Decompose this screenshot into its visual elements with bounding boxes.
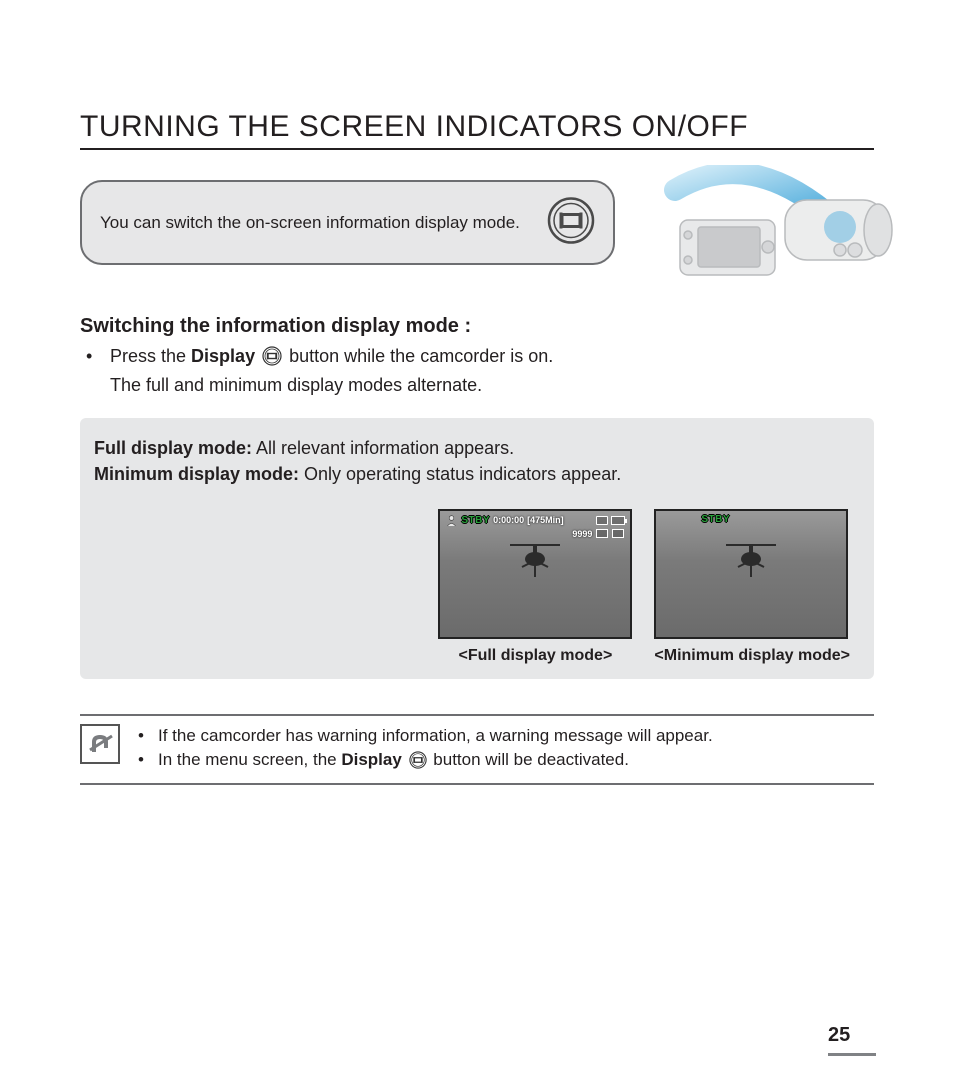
person-icon	[445, 514, 458, 527]
osd-time: 0:00:00	[493, 515, 524, 525]
note-1-text: If the camcorder has warning information…	[158, 726, 713, 745]
camcorder-illustration	[640, 165, 900, 290]
instr-part2: button while the camcorder is on.	[289, 346, 553, 366]
display-button-icon	[409, 754, 432, 773]
full-display-example: STBY 0:00:00 [475Min] 9999 <Full display…	[438, 509, 632, 665]
page-number: 25	[828, 1024, 876, 1056]
osd-count: 9999	[572, 529, 592, 539]
notes-section: If the camcorder has warning information…	[80, 714, 874, 786]
battery-icon	[611, 516, 625, 525]
full-mode-desc: All relevant information appears.	[252, 438, 514, 458]
osd-remain: [475Min]	[527, 515, 564, 525]
instr-part1: Press the	[110, 346, 191, 366]
intro-row: You can switch the on-screen information…	[80, 180, 874, 265]
helicopter-icon	[510, 539, 560, 579]
min-mode-label: Minimum display mode:	[94, 464, 299, 484]
intro-box: You can switch the on-screen information…	[80, 180, 615, 265]
full-display-caption: <Full display mode>	[438, 647, 632, 665]
instr-bold: Display	[191, 346, 255, 366]
full-display-screen: STBY 0:00:00 [475Min] 9999	[438, 509, 632, 639]
full-mode-label: Full display mode:	[94, 438, 252, 458]
full-mode-line: Full display mode: All relevant informat…	[94, 436, 860, 461]
display-button-icon	[262, 350, 287, 370]
notes-list: If the camcorder has warning information…	[138, 724, 713, 776]
min-display-screen: STBY	[654, 509, 848, 639]
min-display-example: STBY <Minimum display mode>	[654, 509, 850, 665]
osd-second-row: 9999	[572, 529, 624, 539]
helicopter-icon	[726, 539, 776, 579]
card-icon	[596, 516, 608, 525]
quality-icon	[612, 529, 624, 538]
min-display-caption: <Minimum display mode>	[654, 647, 850, 665]
note-item-1: If the camcorder has warning information…	[138, 724, 713, 748]
bullet-icon: •	[86, 344, 92, 369]
page-title: TURNING THE SCREEN INDICATORS ON/OFF	[80, 110, 874, 150]
min-mode-desc: Only operating status indicators appear.	[299, 464, 621, 484]
instr-line2: The full and minimum display modes alter…	[110, 375, 482, 395]
screen-examples: STBY 0:00:00 [475Min] 9999 <Full display…	[94, 509, 860, 665]
photo-icon	[596, 529, 608, 538]
section-heading: Switching the information display mode :	[80, 315, 874, 338]
min-mode-line: Minimum display mode: Only operating sta…	[94, 462, 860, 487]
note-icon	[80, 724, 120, 764]
note-item-2: In the menu screen, the Display button w…	[138, 748, 713, 776]
stby-label: STBY	[461, 515, 490, 526]
stby-label: STBY	[701, 514, 730, 525]
note-2-a: In the menu screen, the	[158, 750, 341, 769]
display-modes-box: Full display mode: All relevant informat…	[80, 418, 874, 678]
display-button-icon	[547, 196, 595, 249]
osd-top-row: STBY 0:00:00 [475Min]	[445, 514, 625, 527]
note-2-b: button will be deactivated.	[433, 750, 629, 769]
note-2-bold: Display	[341, 750, 401, 769]
switching-section: Switching the information display mode :…	[80, 315, 874, 398]
intro-text: You can switch the on-screen information…	[100, 213, 520, 233]
instruction-line: • Press the Display button while the cam…	[80, 344, 874, 398]
